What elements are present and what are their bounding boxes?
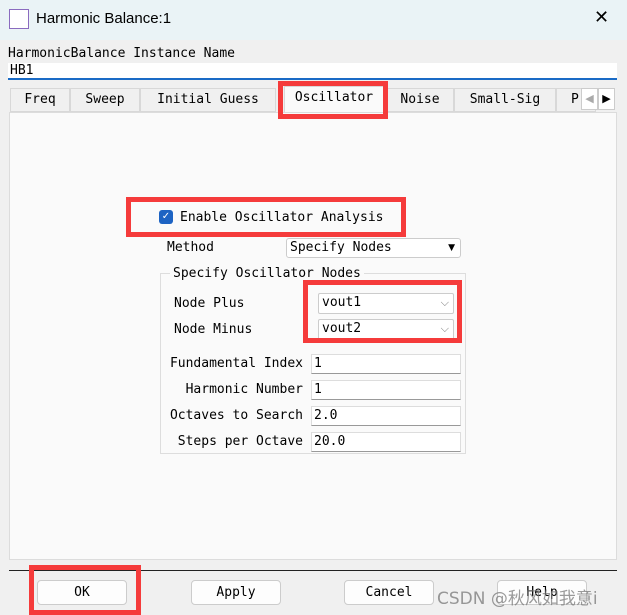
method-select[interactable]: Specify Nodes ▼ [286,238,461,258]
node-minus-label: Node Minus [174,322,253,337]
cancel-button[interactable]: Cancel [344,580,434,605]
ok-button[interactable]: OK [37,580,127,605]
tab-initial-guess[interactable]: Initial Guess [140,88,276,112]
method-value: Specify Nodes [290,240,392,255]
divider [9,570,617,571]
tab-noise[interactable]: Noise [386,88,454,112]
instance-name-label: HarmonicBalance Instance Name [8,46,235,61]
window-title: Harmonic Balance:1 [36,10,172,27]
steps-per-octave-input[interactable]: 20.0 [311,432,461,452]
steps-per-octave-label: Steps per Octave [177,434,303,449]
octaves-to-search-input[interactable]: 2.0 [311,406,461,426]
dropdown-arrow-icon: ▼ [448,243,455,253]
watermark: CSDN @秋风如我意i [437,589,598,609]
instance-name-input[interactable] [8,63,617,80]
node-plus-label: Node Plus [174,296,245,311]
node-plus-select[interactable]: vout1 ⌵ [318,293,454,314]
tab-freq[interactable]: Freq [10,88,70,112]
harmonic-balance-icon [9,9,29,29]
tab-small-sig[interactable]: Small-Sig [454,88,556,112]
enable-oscillator-checkbox[interactable]: ✓ [159,210,173,224]
octaves-to-search-label: Octaves to Search [169,408,303,423]
tab-scroll-right-icon[interactable]: ▶ [598,88,615,110]
node-minus-select[interactable]: vout2 ⌵ [318,319,454,340]
chevron-down-icon: ⌵ [440,322,449,335]
method-label: Method [167,240,214,255]
chevron-down-icon: ⌵ [440,296,449,309]
node-plus-value: vout1 [322,295,362,310]
group-title: Specify Oscillator Nodes [170,266,364,281]
apply-button[interactable]: Apply [191,580,281,605]
harmonic-number-label: Harmonic Number [185,382,303,397]
node-minus-value: vout2 [322,321,362,336]
fundamental-index-input[interactable]: 1 [311,354,461,374]
tab-oscillator[interactable]: Oscillator [284,86,384,113]
close-icon[interactable]: ✕ [594,7,609,28]
fundamental-index-label: Fundamental Index [169,356,303,371]
harmonic-number-input[interactable]: 1 [311,380,461,400]
tab-scroll-left-icon[interactable]: ◀ [581,88,598,110]
enable-oscillator-label: Enable Oscillator Analysis [180,210,384,225]
tab-sweep[interactable]: Sweep [70,88,140,112]
